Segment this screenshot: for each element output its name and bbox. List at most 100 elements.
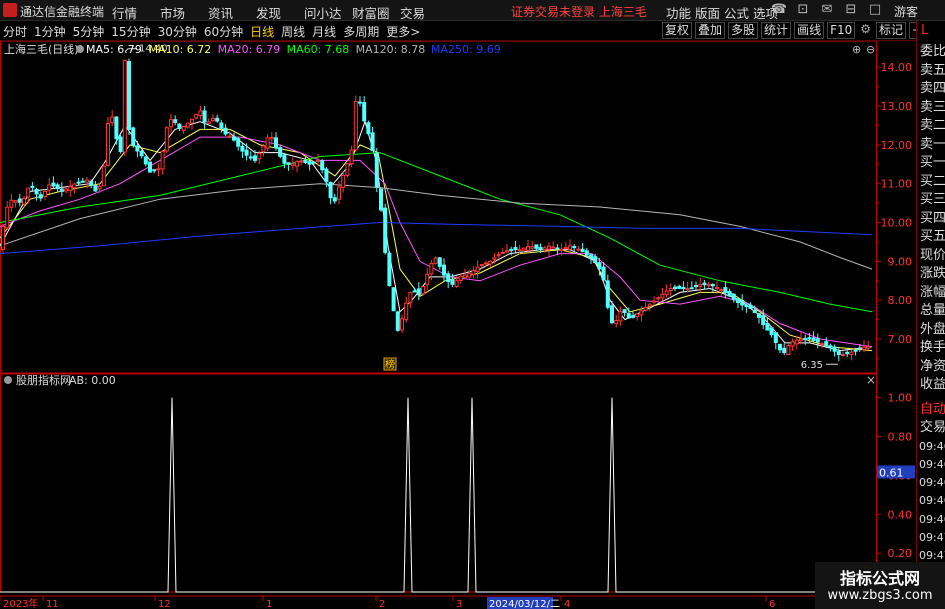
draw-line-button[interactable]: 画线 (794, 22, 825, 39)
sidebar-header[interactable]: L (917, 21, 945, 43)
phone-icon[interactable]: ☎ (770, 2, 788, 17)
candle-body (1, 225, 5, 250)
x-tick-label: 2 (379, 599, 385, 609)
candle-body (744, 304, 749, 308)
quote-label: 买二 (920, 173, 945, 189)
maximize-icon[interactable]: □ (866, 2, 884, 17)
kline-chart[interactable]: 14.00 13.00 12.00 11.00 10.00 9.00 8.00 7.00 1.0… (0, 0, 945, 609)
sub-y-tick-label: 1.00 (888, 392, 913, 405)
quote-label: 卖一 (920, 136, 945, 152)
candle-body (509, 248, 514, 251)
candle-body (442, 264, 446, 276)
menu-item-news[interactable]: 资讯 (208, 3, 256, 22)
period-toolbar: 分时 1分钟 5分钟 15分钟 30分钟 60分钟 日线 周线 月线 多周期 更… (0, 21, 945, 41)
quote-label: 卖四 (920, 81, 945, 96)
main-menu: 行情 市场 资讯 发现 问小达 财富圈 交易 (112, 3, 448, 22)
candle-body (412, 290, 417, 293)
candle-body (681, 287, 686, 290)
candle-body (425, 273, 430, 285)
candle-body (185, 122, 190, 128)
trade-tab[interactable]: 交易 (917, 419, 945, 438)
candle-body (362, 102, 367, 122)
menu-item-market[interactable]: 市场 (160, 3, 208, 22)
candle-body (820, 343, 824, 346)
menu-item-layout[interactable]: 版面 (695, 3, 724, 22)
watermark-title: 指标公式网 (839, 569, 920, 588)
candle-body (76, 181, 81, 184)
candle-body (358, 101, 362, 104)
candle-body (862, 346, 866, 351)
candle-body (244, 149, 249, 156)
period-tab-intraday[interactable]: 分时 (3, 23, 27, 40)
period-tab-more[interactable]: 更多> (386, 23, 420, 40)
candle-body (580, 248, 585, 253)
period-tab-weekly[interactable]: 周线 (281, 23, 305, 40)
candle-body (101, 165, 106, 187)
period-tab-30min[interactable]: 30分钟 (158, 23, 197, 40)
candle-body (80, 180, 85, 183)
menu-item-formula[interactable]: 公式 (724, 3, 753, 22)
candle-body (17, 198, 22, 203)
x-tick-label: 1 (266, 599, 272, 609)
x-tick-label: 6 (769, 599, 775, 609)
candle-body (660, 293, 665, 299)
sub-panel-frame (0, 373, 877, 593)
y-tick-label: 7.00 (888, 333, 913, 346)
candle-body (286, 162, 291, 165)
auto-trade-tab[interactable]: 自动 (917, 401, 945, 420)
window-icon[interactable]: ⊡ (794, 2, 812, 17)
candle-body (479, 264, 484, 267)
candle-body (677, 285, 682, 290)
menu-item-trade[interactable]: 交易 (400, 3, 448, 22)
candle-body (778, 343, 782, 351)
ma-legend-ma5: MA5: 6.79 (86, 43, 142, 56)
menu-item-function[interactable]: 功能 (666, 3, 695, 22)
toggle-icon[interactable] (76, 45, 84, 53)
candle-body (643, 306, 648, 311)
mail-icon[interactable]: ✉ (818, 2, 836, 17)
candle-body (202, 110, 207, 123)
quote-label: 总量 (920, 303, 945, 318)
candle-body (790, 341, 795, 347)
period-tab-15min[interactable]: 15分钟 (111, 23, 150, 40)
menu-item-quotes[interactable]: 行情 (112, 3, 160, 22)
candle-body (278, 147, 283, 157)
quote-label: 换手 (920, 340, 945, 355)
mark-button[interactable]: 标记 (876, 22, 907, 39)
minimize-icon[interactable]: ⊟ (842, 2, 860, 17)
settings-icon[interactable]: ⚙ (858, 22, 873, 39)
stats-button[interactable]: 统计 (761, 22, 792, 39)
quote-label: 涨跌 (920, 266, 945, 281)
candle-body (828, 345, 833, 348)
period-tab-5min[interactable]: 5分钟 (73, 23, 105, 40)
overlay-button[interactable]: 叠加 (695, 22, 726, 39)
period-tab-multi[interactable]: 多周期 (343, 23, 379, 40)
period-tab-1min[interactable]: 1分钟 (34, 23, 66, 40)
candle-body (341, 174, 346, 188)
period-tab-monthly[interactable]: 月线 (312, 23, 336, 40)
menu-item-ask[interactable]: 问小达 (304, 3, 352, 22)
candle-body (349, 149, 354, 165)
tick-time: 09:46 (919, 476, 945, 490)
candle-body (626, 313, 631, 319)
f10-button[interactable]: F10 (827, 22, 856, 39)
period-tab-daily[interactable]: 日线 (250, 23, 274, 40)
candle-body (568, 245, 572, 250)
menu-item-discover[interactable]: 发现 (256, 3, 304, 22)
watermark-url: www.zbgs3.com (827, 588, 933, 603)
trade-labels: 自动 交易 (917, 401, 945, 438)
adjust-button[interactable]: 复权 (662, 22, 693, 39)
candle-body (618, 311, 623, 322)
period-tab-60min[interactable]: 60分钟 (204, 23, 243, 40)
multi-stock-button[interactable]: 多股 (728, 22, 759, 39)
x-tick-label: 11 (46, 599, 59, 609)
guest-user[interactable]: 游客 (894, 3, 918, 20)
x-tick-label: 12 (158, 599, 171, 609)
candle-body (656, 297, 661, 300)
candle-body (240, 145, 245, 152)
candle-body (190, 118, 194, 124)
ma-line-ma10 (0, 128, 873, 352)
menu-item-wealth[interactable]: 财富圈 (352, 3, 400, 22)
candle-body (311, 161, 316, 164)
sub-toggle-icon[interactable] (4, 376, 12, 384)
